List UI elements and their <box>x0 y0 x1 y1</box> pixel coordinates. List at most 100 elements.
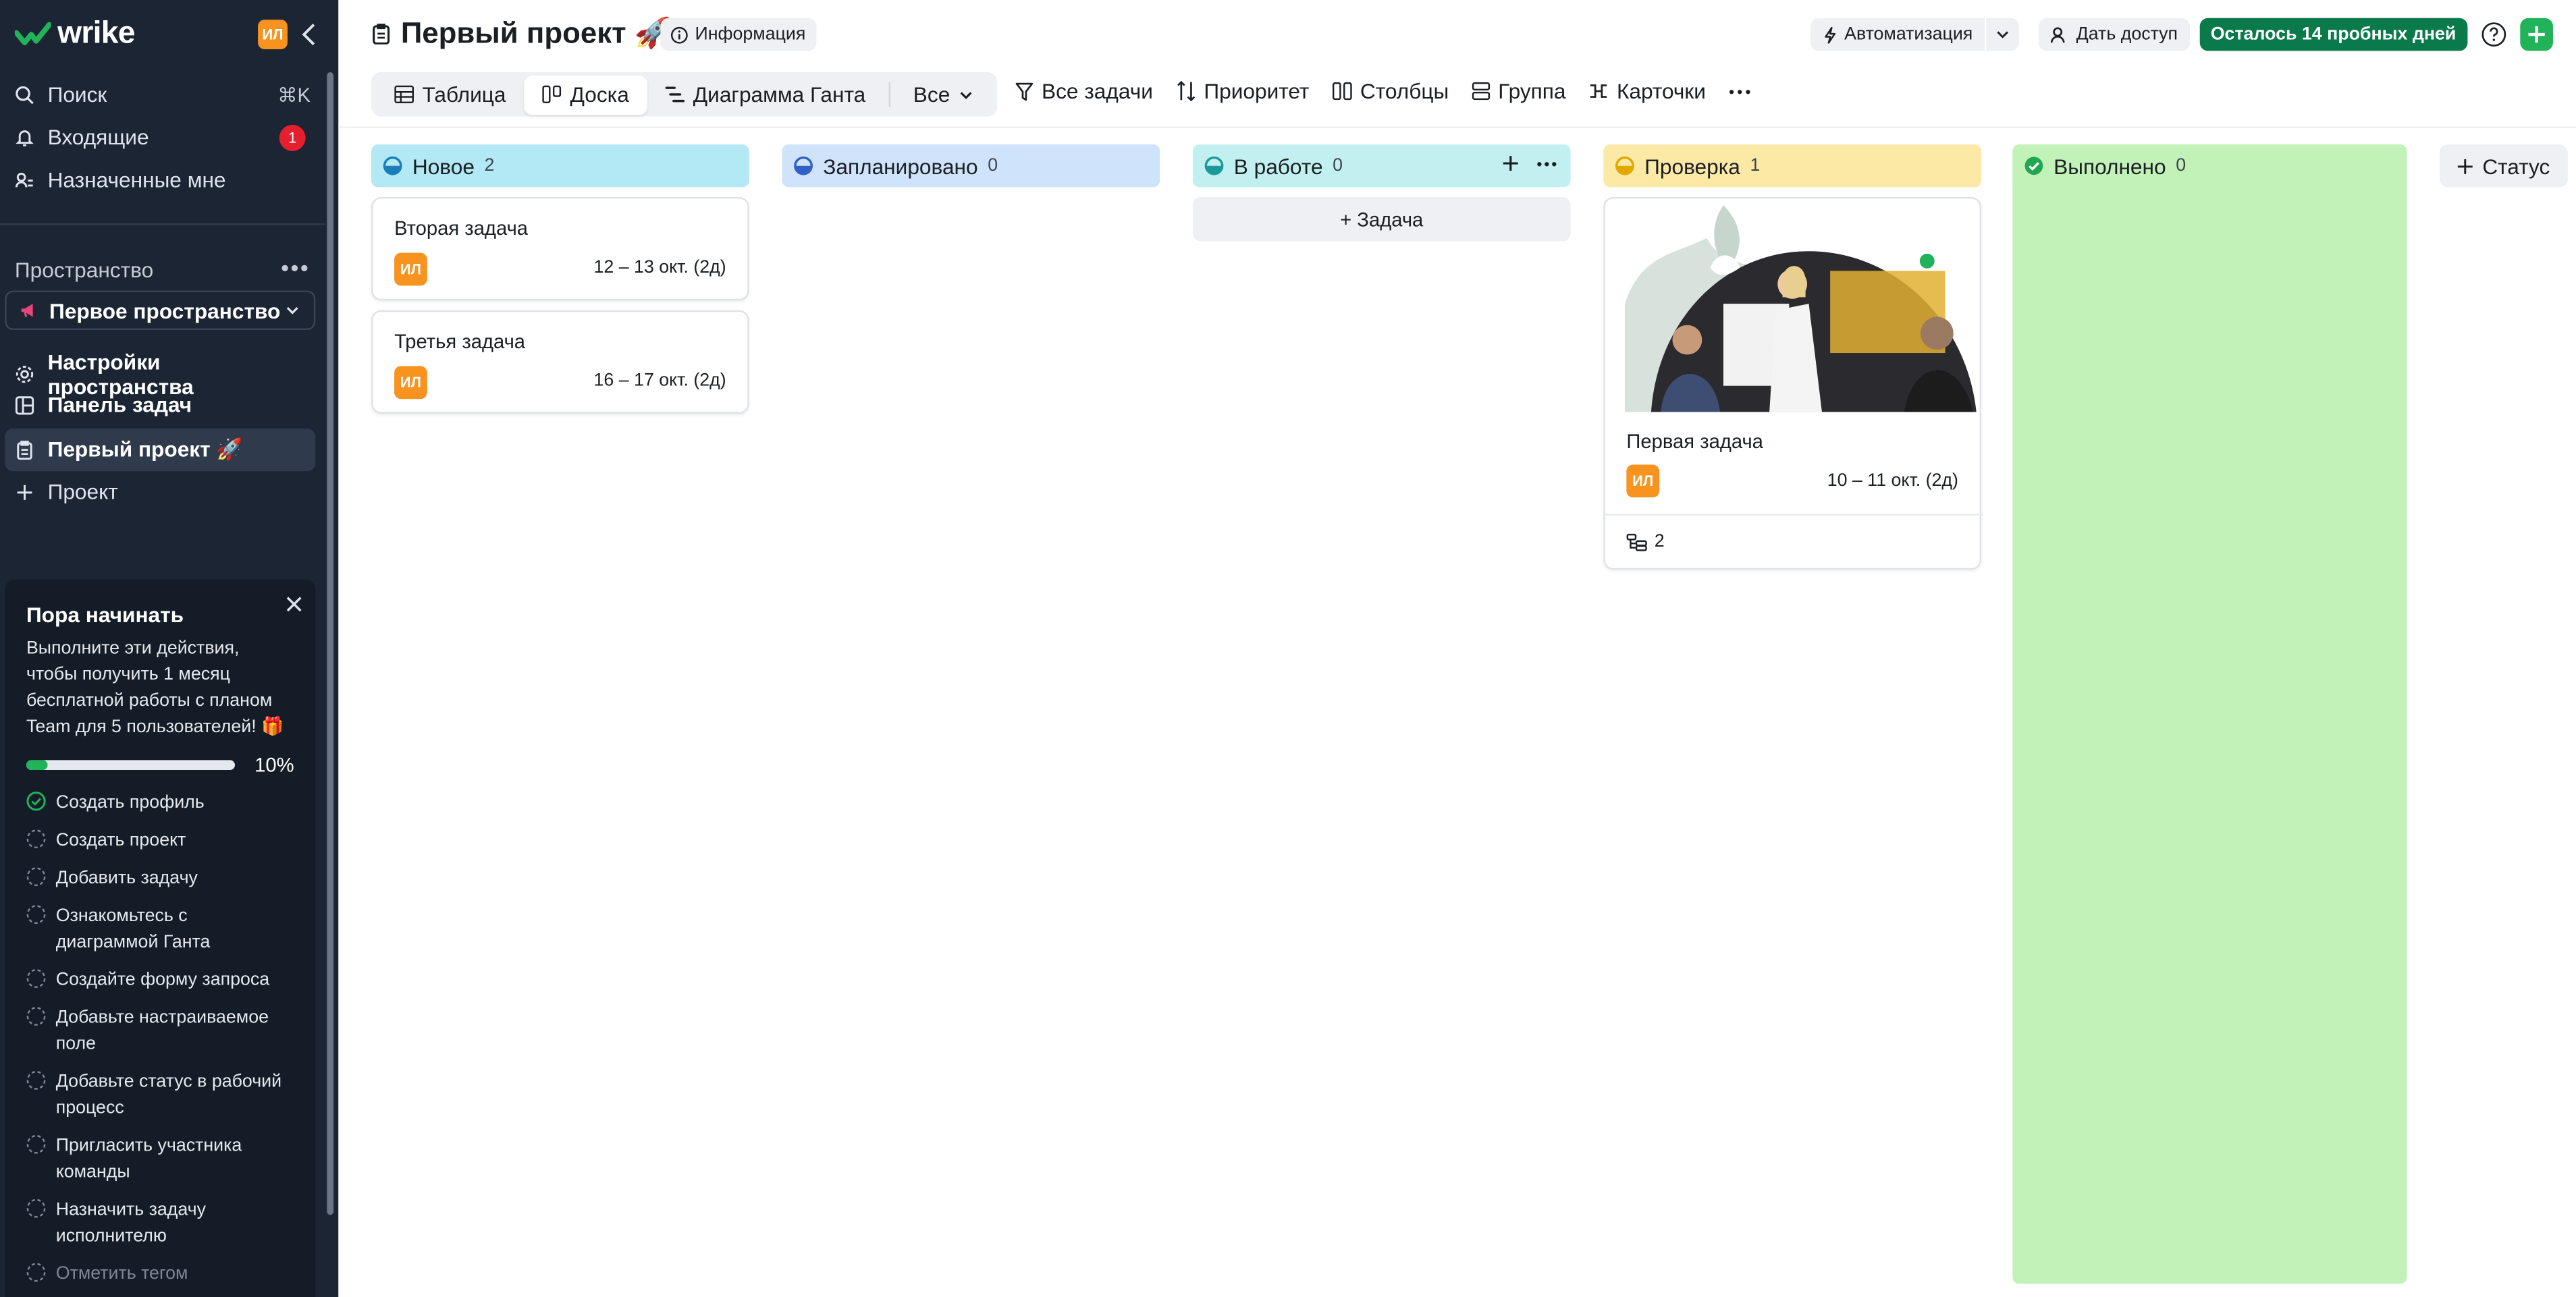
sort-tool[interactable]: Приоритет <box>1176 79 1309 103</box>
info-icon <box>670 26 688 43</box>
tab-gantt[interactable]: Диаграмма Ганта <box>647 75 884 114</box>
sidebar-item-task-panel[interactable]: Панель задач <box>15 392 311 417</box>
space-more-icon[interactable]: ••• <box>281 254 310 281</box>
task-card[interactable]: Третья задача ИЛ 16 – 17 окт. (2д) <box>371 310 749 414</box>
automation-button[interactable]: Автоматизация <box>1809 18 1985 51</box>
plus-icon <box>2457 158 2473 173</box>
wrike-logo[interactable]: wrike <box>14 16 136 53</box>
column-header[interactable]: Выполнено 0 <box>2012 144 2407 188</box>
onboarding-step[interactable]: Пригласить участника команды <box>26 1133 294 1186</box>
column-done: Выполнено 0 <box>2012 144 2407 188</box>
all-views-dropdown[interactable]: Все <box>895 75 993 114</box>
view-switcher: Таблица Доска Диаграмма Ганта Все <box>371 72 998 117</box>
info-label: Информация <box>695 24 806 45</box>
inbox-nav[interactable]: Входящие 1 <box>15 123 311 150</box>
empty-circle-icon <box>26 1070 46 1090</box>
column-header[interactable]: Проверка 1 <box>1603 144 1982 188</box>
column-new: Новое 2 Вторая задача ИЛ 12 – 13 окт. (2… <box>371 144 749 414</box>
search-nav[interactable]: Поиск ⌘K <box>15 82 311 107</box>
group-tool[interactable]: Группа <box>1472 79 1566 103</box>
panel-icon <box>15 395 34 414</box>
space-selector[interactable]: Первое пространство <box>5 290 316 331</box>
assigned-nav[interactable]: Назначенные мне <box>15 167 311 192</box>
share-button[interactable]: Дать доступ <box>2038 18 2190 51</box>
column-title: Новое <box>412 153 475 178</box>
onboarding-step-label: Ознакомьтесь с диаграммой Ганта <box>55 906 211 953</box>
task-assignee-avatar[interactable]: ИЛ <box>394 252 427 286</box>
sidebar-item-space-settings[interactable]: Настройки пространства <box>15 350 311 399</box>
task-assignee-avatar[interactable]: ИЛ <box>1626 464 1660 498</box>
empty-circle-icon <box>26 1198 46 1218</box>
sidebar: wrike ИЛ Поиск ⌘K Входящие 1 Назначенные… <box>0 0 339 1297</box>
task-card[interactable]: Вторая задача ИЛ 12 – 13 окт. (2д) <box>371 196 749 301</box>
onboarding-step[interactable]: Отметить тегом <box>26 1261 294 1287</box>
column-count: 1 <box>1750 156 1761 176</box>
cards-tool[interactable]: Карточки <box>1589 79 1706 103</box>
columns-tool[interactable]: Столбцы <box>1332 79 1449 103</box>
progress-fill <box>26 760 47 771</box>
column-title: Проверка <box>1644 153 1740 178</box>
bell-icon <box>16 130 34 146</box>
close-onboarding-button[interactable] <box>284 592 304 622</box>
automation-split-button: Автоматизация <box>1809 18 2019 51</box>
column-count: 2 <box>484 156 495 176</box>
tab-board[interactable]: Доска <box>524 74 647 115</box>
inbox-badge: 1 <box>279 123 306 150</box>
all-views-label: Все <box>913 82 950 107</box>
add-task-button[interactable]: + Задача <box>1192 196 1571 242</box>
onboarding-step[interactable]: Добавьте статус в рабочий процесс <box>26 1069 294 1122</box>
empty-circle-icon <box>26 1263 46 1282</box>
subtasks-indicator[interactable]: 2 <box>1626 532 1665 551</box>
sidebar-scrollbar[interactable] <box>327 72 334 1215</box>
column-header[interactable]: Новое 2 <box>371 144 749 188</box>
automation-dropdown-button[interactable] <box>1985 18 2019 51</box>
sidebar-item-label: Проект <box>47 479 118 504</box>
more-tools-button[interactable] <box>1729 88 1752 94</box>
onboarding-step[interactable]: Добавьте настраиваемое поле <box>26 1005 294 1057</box>
onboarding-step[interactable]: Создайте форму запроса <box>26 967 294 993</box>
onboarding-progress: 10% <box>26 754 294 777</box>
onboarding-step[interactable]: Ознакомьтесь с диаграммой Ганта <box>26 903 294 956</box>
checked-circle-icon <box>26 792 46 811</box>
onboarding-step[interactable]: Создать проект <box>26 827 294 854</box>
status-in-progress-icon <box>1204 156 1224 175</box>
cards-icon <box>1590 84 1607 98</box>
task-card[interactable]: Первая задача ИЛ 10 – 11 окт. (2д) 2 <box>1603 196 1983 570</box>
sidebar-item-first-project[interactable]: Первый проект 🚀 <box>15 437 311 463</box>
user-avatar[interactable]: ИЛ <box>258 20 288 49</box>
column-header[interactable]: Запланировано 0 <box>782 144 1160 188</box>
user-add-icon <box>2050 26 2064 43</box>
empty-circle-icon <box>26 905 46 924</box>
collapse-sidebar-button[interactable] <box>300 22 317 56</box>
task-dates: 16 – 17 окт. (2д) <box>593 370 726 391</box>
status-review-icon <box>1615 156 1634 175</box>
onboarding-description: Выполните эти действия, чтобы получить 1… <box>26 638 284 738</box>
add-task-icon[interactable] <box>1501 155 1520 173</box>
onboarding-card: Пора начинать Выполните эти действия, чт… <box>5 579 316 1297</box>
help-icon <box>2481 22 2506 47</box>
info-button[interactable]: Информация <box>660 18 817 51</box>
onboarding-step[interactable]: Добавить задачу <box>26 865 294 891</box>
create-button[interactable] <box>2520 18 2553 51</box>
search-shortcut: ⌘K <box>277 82 311 106</box>
column-header[interactable]: В работе 0 <box>1192 144 1571 188</box>
toolbar-divider <box>338 126 2576 128</box>
chevron-down-icon <box>286 307 298 314</box>
add-status-button[interactable]: Статус <box>2440 144 2568 188</box>
gear-icon <box>16 366 34 383</box>
task-assignee-avatar[interactable]: ИЛ <box>394 366 427 399</box>
filter-tool[interactable]: Все задачи <box>1015 79 1153 103</box>
onboarding-step[interactable]: Создать профиль <box>26 790 294 816</box>
column-more-icon[interactable] <box>1536 160 1558 167</box>
help-button[interactable] <box>2477 18 2511 51</box>
project-title-text[interactable]: Первый проект 🚀 <box>401 16 671 51</box>
progress-bar <box>26 760 235 771</box>
main-area: Первый проект 🚀 Информация Автоматизация <box>338 0 2576 1297</box>
automation-label: Автоматизация <box>1844 24 1973 45</box>
tab-table[interactable]: Таблица <box>376 75 524 114</box>
column-title: Запланировано <box>823 153 978 178</box>
onboarding-step[interactable]: Назначить задачу исполнителю <box>26 1197 294 1250</box>
trial-button[interactable]: Осталось 14 пробных дней <box>2199 18 2468 51</box>
task-dates: 12 – 13 окт. (2д) <box>593 257 726 278</box>
sidebar-item-new-project[interactable]: Проект <box>15 479 311 504</box>
